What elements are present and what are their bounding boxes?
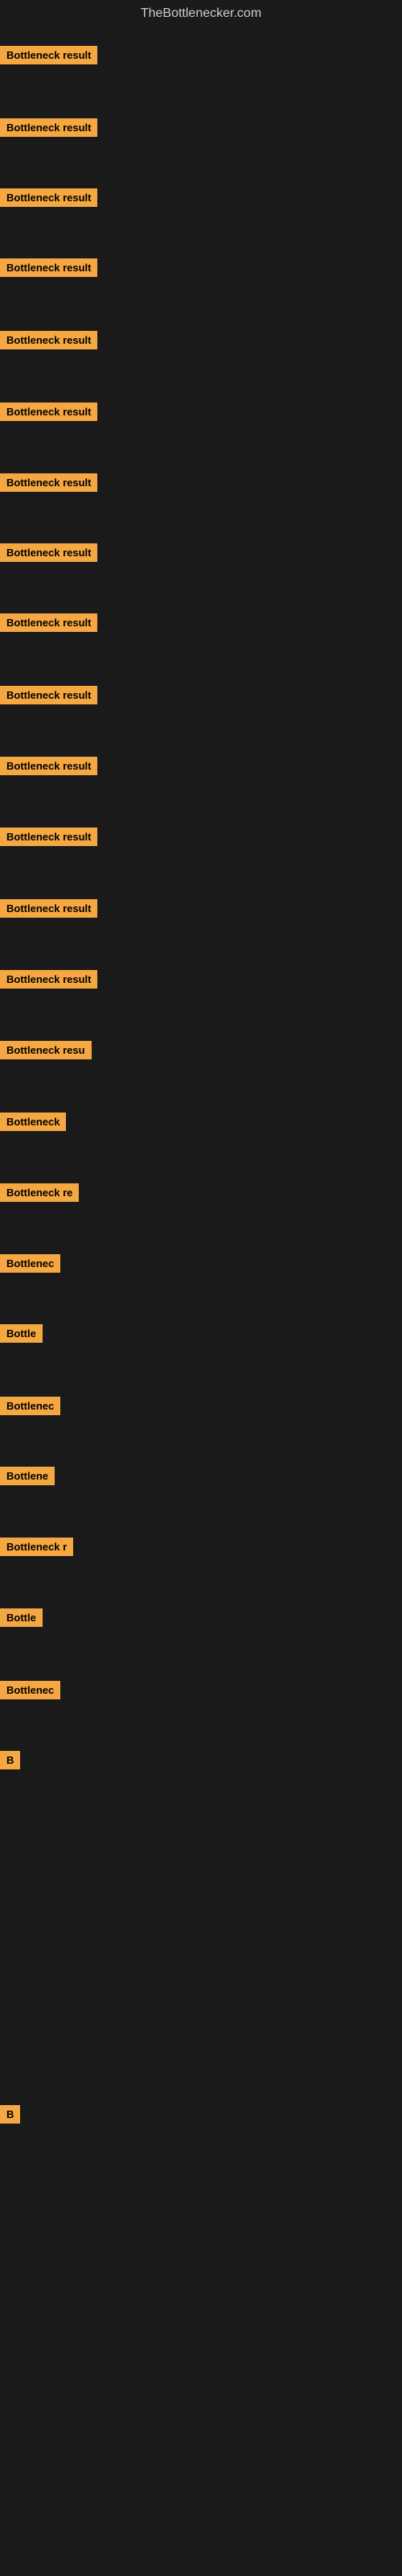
bottleneck-badge: Bottle [0, 1608, 43, 1627]
bottleneck-badge: Bottlenec [0, 1681, 60, 1699]
bottleneck-badge: Bottleneck r [0, 1538, 73, 1556]
bottleneck-item: Bottleneck result [0, 686, 97, 708]
bottleneck-badge: Bottleneck result [0, 118, 97, 137]
bottleneck-item: Bottleneck result [0, 402, 97, 425]
bottleneck-badge: Bottlenec [0, 1254, 60, 1273]
site-title: TheBottlenecker.com [0, 0, 402, 24]
bottleneck-item: Bottleneck resu [0, 1041, 92, 1063]
bottleneck-item: Bottleneck result [0, 970, 97, 993]
bottleneck-badge: Bottleneck result [0, 331, 97, 349]
bottleneck-item: Bottleneck result [0, 613, 97, 636]
bottleneck-badge: Bottleneck result [0, 402, 97, 421]
bottleneck-badge: B [0, 2105, 20, 2124]
bottleneck-item: Bottleneck r [0, 1538, 73, 1560]
bottleneck-badge: Bottleneck result [0, 188, 97, 207]
bottleneck-item: Bottleneck result [0, 188, 97, 211]
bottleneck-badge: Bottleneck result [0, 613, 97, 632]
bottleneck-item: Bottleneck result [0, 543, 97, 566]
bottleneck-badge: Bottleneck result [0, 473, 97, 492]
bottleneck-item: B [0, 2105, 20, 2128]
bottleneck-item: Bottle [0, 1324, 43, 1347]
bottleneck-item: Bottlenec [0, 1397, 60, 1419]
bottleneck-item: Bottleneck result [0, 46, 97, 68]
bottleneck-item: Bottleneck result [0, 258, 97, 281]
bottleneck-badge: B [0, 1751, 20, 1769]
bottleneck-item: Bottleneck [0, 1113, 66, 1135]
bottleneck-badge: Bottleneck result [0, 899, 97, 918]
bottleneck-badge: Bottleneck result [0, 828, 97, 846]
bottleneck-badge: Bottleneck result [0, 258, 97, 277]
bottleneck-item: Bottlene [0, 1467, 55, 1489]
bottleneck-badge: Bottlene [0, 1467, 55, 1485]
bottleneck-badge: Bottlenec [0, 1397, 60, 1415]
bottleneck-badge: Bottleneck resu [0, 1041, 92, 1059]
bottleneck-item: Bottleneck result [0, 331, 97, 353]
bottleneck-badge: Bottleneck re [0, 1183, 79, 1202]
bottleneck-badge: Bottleneck result [0, 686, 97, 704]
bottleneck-item: Bottleneck result [0, 828, 97, 850]
bottleneck-badge: Bottleneck result [0, 757, 97, 775]
bottleneck-item: Bottle [0, 1608, 43, 1631]
bottleneck-item: Bottleneck re [0, 1183, 79, 1206]
bottleneck-badge: Bottleneck result [0, 543, 97, 562]
bottleneck-item: B [0, 1751, 20, 1773]
bottleneck-badge: Bottleneck [0, 1113, 66, 1131]
bottleneck-item: Bottlenec [0, 1681, 60, 1703]
bottleneck-item: Bottleneck result [0, 899, 97, 922]
bottleneck-item: Bottleneck result [0, 118, 97, 141]
bottleneck-badge: Bottleneck result [0, 970, 97, 989]
bottleneck-item: Bottleneck result [0, 473, 97, 496]
bottleneck-item: Bottleneck result [0, 757, 97, 779]
bottleneck-item: Bottlenec [0, 1254, 60, 1277]
bottleneck-badge: Bottleneck result [0, 46, 97, 64]
bottleneck-badge: Bottle [0, 1324, 43, 1343]
